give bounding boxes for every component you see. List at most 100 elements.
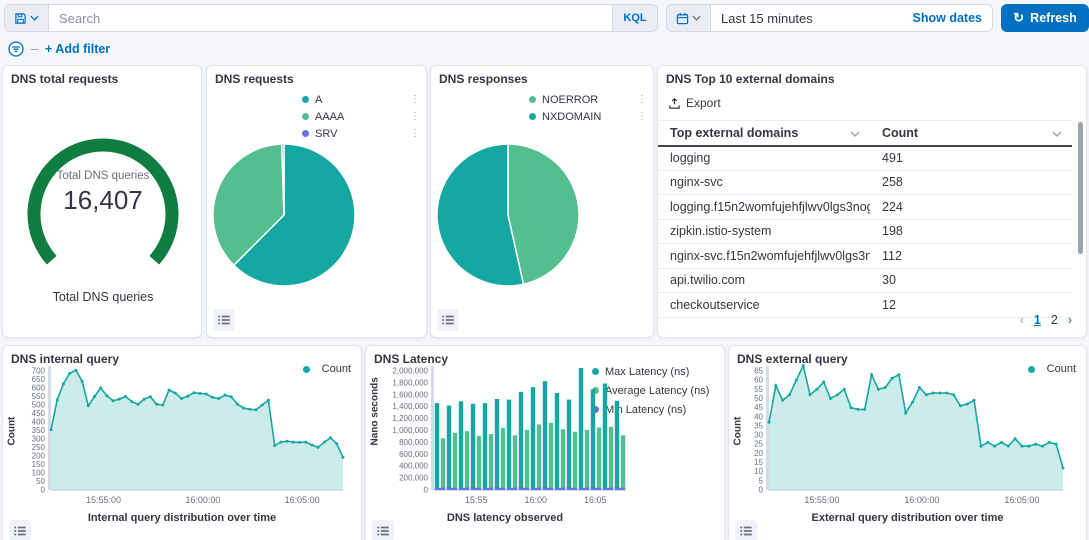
cell-domain: api.twilio.com xyxy=(658,269,870,293)
legend-options-icon[interactable]: ⋮ xyxy=(410,95,420,105)
cell-count: 491 xyxy=(870,146,1072,170)
filter-divider xyxy=(31,49,38,50)
filter-bar: + Add filter xyxy=(8,40,110,58)
cell-domain: logging.f15n2womfujehfjlwv0lgs3nog.... xyxy=(658,195,870,219)
svg-text:45: 45 xyxy=(754,403,763,412)
table-header: Top external domains Count xyxy=(658,120,1072,147)
legend-options-icon[interactable]: ⋮ xyxy=(637,112,647,122)
save-icon xyxy=(14,12,27,25)
legend-toggle-button[interactable] xyxy=(437,309,459,331)
svg-text:400,000: 400,000 xyxy=(399,462,428,471)
svg-text:550: 550 xyxy=(32,392,46,401)
legend-toggle-button[interactable] xyxy=(735,520,757,540)
table-scrollbar[interactable] xyxy=(1078,122,1083,254)
svg-text:16:05:00: 16:05:00 xyxy=(1004,495,1039,505)
panel-dns-requests: DNS requests A⋮AAAA⋮SRV⋮ xyxy=(206,65,427,338)
pie-legend: NOERROR ⋮ NXDOMAIN ⋮ xyxy=(529,92,647,126)
add-filter-button[interactable]: + Add filter xyxy=(45,42,110,56)
list-icon xyxy=(217,313,231,327)
column-header-domains[interactable]: Top external domains xyxy=(658,121,870,145)
pagination-next[interactable]: › xyxy=(1068,313,1072,327)
table-row: api.twilio.com30 xyxy=(658,269,1072,294)
legend-label: AAAA xyxy=(315,111,344,123)
legend-item[interactable]: AAAA ⋮ xyxy=(302,109,420,124)
kibana-dashboard: Search KQL Last 15 minutes Show dates ↻ … xyxy=(0,0,1089,540)
pagination-page-1[interactable]: 1 xyxy=(1034,313,1041,327)
legend-dot xyxy=(302,96,309,103)
pagination: ‹ 12 › xyxy=(1020,313,1072,327)
panel-title: DNS total requests xyxy=(11,72,118,86)
legend-dot xyxy=(302,130,309,137)
svg-text:350: 350 xyxy=(32,426,46,435)
svg-text:35: 35 xyxy=(754,421,763,430)
show-dates-button[interactable]: Show dates xyxy=(903,5,992,31)
svg-text:5: 5 xyxy=(759,476,764,485)
export-button[interactable]: Export xyxy=(668,96,721,110)
svg-text:20: 20 xyxy=(754,449,763,458)
svg-text:1,600,000: 1,600,000 xyxy=(392,390,428,399)
panel-dns-latency: DNS Latency Max Latency (ns)Average Late… xyxy=(365,345,725,540)
panel-top-external-domains: DNS Top 10 external domains Export Top e… xyxy=(657,65,1087,338)
cell-domain: checkoutservice xyxy=(658,293,870,317)
table-row: zipkin.istio-system198 xyxy=(658,220,1072,245)
pagination-prev[interactable]: ‹ xyxy=(1020,313,1024,327)
list-icon xyxy=(376,524,390,538)
svg-text:16:00: 16:00 xyxy=(524,495,547,505)
svg-text:650: 650 xyxy=(32,375,46,384)
legend-item[interactable]: SRV⋮ xyxy=(302,126,420,141)
filter-icon[interactable] xyxy=(8,41,24,57)
legend-toggle-button[interactable] xyxy=(372,520,394,540)
pie-legend: A⋮AAAA⋮SRV⋮ xyxy=(302,92,420,143)
area-chart: 0510152025303540455055606515:55:0016:00:… xyxy=(747,364,1069,510)
kql-toggle[interactable]: KQL xyxy=(612,5,657,31)
x-axis-title: External query distribution over time xyxy=(729,512,1086,524)
y-axis-title: Count xyxy=(7,426,18,446)
pagination-page-2[interactable]: 2 xyxy=(1051,313,1058,327)
gauge-label: Total DNS queries xyxy=(3,170,202,182)
column-header-count[interactable]: Count xyxy=(870,121,1072,145)
query-bar: Search KQL Last 15 minutes Show dates ↻ … xyxy=(4,4,1089,32)
legend-dot xyxy=(529,113,536,120)
gauge-value: 16,407 xyxy=(3,185,202,216)
legend-item[interactable]: NXDOMAIN ⋮ xyxy=(529,109,647,124)
svg-text:450: 450 xyxy=(32,409,46,418)
chevron-down-icon[interactable] xyxy=(1052,131,1062,137)
svg-text:300: 300 xyxy=(32,435,46,444)
svg-text:1,800,000: 1,800,000 xyxy=(392,378,428,387)
legend-options-icon[interactable]: ⋮ xyxy=(410,129,420,139)
svg-text:100: 100 xyxy=(32,469,46,478)
cell-domain: nginx-svc.f15n2womfujehfjlwv0lgs3no... xyxy=(658,244,870,268)
legend-item[interactable]: NOERROR ⋮ xyxy=(529,92,647,107)
pie-chart xyxy=(211,142,357,288)
legend-label: NXDOMAIN xyxy=(542,111,601,123)
refresh-button[interactable]: ↻ Refresh xyxy=(1001,4,1089,32)
cell-count: 112 xyxy=(870,244,1072,268)
svg-text:16:00:00: 16:00:00 xyxy=(904,495,939,505)
svg-text:15:55:00: 15:55:00 xyxy=(804,495,839,505)
y-axis-title: Count xyxy=(733,426,744,446)
legend-toggle-button[interactable] xyxy=(9,520,31,540)
panel-title: DNS responses xyxy=(439,72,528,86)
calendar-icon xyxy=(676,12,689,25)
refresh-icon: ↻ xyxy=(1013,10,1024,26)
saved-query-menu-button[interactable] xyxy=(5,5,49,31)
svg-text:10: 10 xyxy=(754,467,763,476)
search-input[interactable]: Search xyxy=(49,5,612,31)
legend-options-icon[interactable]: ⋮ xyxy=(410,112,420,122)
gauge-bottom-label: Total DNS queries xyxy=(3,290,202,304)
table-row: checkoutservice12 xyxy=(658,293,1072,318)
legend-label: NOERROR xyxy=(542,94,598,106)
list-icon xyxy=(441,313,455,327)
svg-text:400: 400 xyxy=(32,418,46,427)
svg-text:15: 15 xyxy=(754,458,763,467)
legend-toggle-button[interactable] xyxy=(213,309,235,331)
time-range-value[interactable]: Last 15 minutes xyxy=(711,5,903,31)
time-picker-menu-button[interactable] xyxy=(667,5,711,31)
table-row: nginx-svc258 xyxy=(658,171,1072,196)
legend-dot xyxy=(529,96,536,103)
svg-text:16:05:00: 16:05:00 xyxy=(285,495,320,505)
legend-options-icon[interactable]: ⋮ xyxy=(637,95,647,105)
svg-text:25: 25 xyxy=(754,440,763,449)
legend-item[interactable]: A⋮ xyxy=(302,92,420,107)
chevron-down-icon[interactable] xyxy=(850,131,860,137)
